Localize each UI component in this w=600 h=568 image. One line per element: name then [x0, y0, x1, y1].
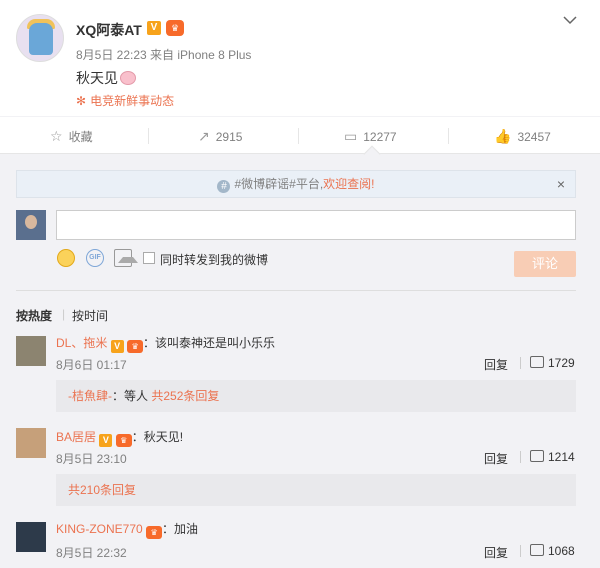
- comment-item: KING-ZONE770 ♛ ：加油: [56, 520, 198, 539]
- comment-count: 12277: [363, 130, 397, 144]
- like-button[interactable]: 👍 32457: [494, 117, 551, 155]
- comment-text: ：该叫泰神还是叫小乐乐: [143, 336, 276, 350]
- submit-comment-button[interactable]: 评论: [514, 251, 576, 277]
- comment-item: BA居居 V ♛ ：秋天见!: [56, 428, 183, 447]
- comment-input[interactable]: [56, 210, 576, 240]
- sub-reply-box: -桔魚肆-：等人 共252条回复: [56, 380, 576, 412]
- star-icon: ☆: [50, 128, 63, 144]
- divider: [148, 128, 149, 144]
- comment-area: # #微博辟谣#平台,欢迎查阅! × GIF 同时转发到我的微博 评论 按热度 |…: [0, 154, 600, 568]
- like-count: 32457: [517, 130, 551, 144]
- repost-icon: ↗: [198, 128, 210, 144]
- commenter-name[interactable]: BA居居: [56, 430, 96, 444]
- flower-icon: ✻: [76, 94, 87, 108]
- topic-link[interactable]: ✻ 电竞新鲜事动态: [76, 92, 174, 109]
- emoji-icon[interactable]: [57, 249, 75, 267]
- author-avatar[interactable]: [16, 14, 64, 62]
- my-avatar: [16, 210, 46, 240]
- close-icon[interactable]: ×: [557, 171, 565, 197]
- sub-reply-box: 共210条回复: [56, 474, 576, 506]
- post-meta: 8月5日 22:23 来自 iPhone 8 Plus: [76, 48, 252, 62]
- reply-button[interactable]: 回复: [484, 356, 508, 373]
- pig-emoji-icon: [120, 71, 136, 85]
- comment-like-count: 1214: [548, 450, 575, 464]
- sub-reply-count-link[interactable]: 共252条回复: [151, 389, 219, 403]
- verified-badge-icon[interactable]: V: [99, 434, 113, 447]
- sub-reply-author[interactable]: -桔魚肆-: [68, 389, 112, 403]
- divider: [520, 451, 521, 463]
- verified-badge-icon[interactable]: V: [147, 21, 161, 35]
- comment-time: 8月6日 01:17: [56, 358, 127, 372]
- commenter-name[interactable]: DL、拖米: [56, 336, 107, 350]
- vip-crown-icon[interactable]: ♛: [127, 340, 144, 353]
- vip-crown-icon[interactable]: ♛: [115, 434, 132, 447]
- divider: [448, 128, 449, 144]
- sort-separator: |: [62, 307, 66, 321]
- divider: [298, 128, 299, 144]
- repost-checkbox-label[interactable]: 同时转发到我的微博: [160, 251, 268, 268]
- sub-reply-text: ：等人: [112, 389, 149, 403]
- divider: [520, 357, 521, 369]
- sub-reply-count-link[interactable]: 共210条回复: [68, 483, 136, 497]
- sort-by-hot[interactable]: 按热度: [16, 307, 52, 324]
- reply-button[interactable]: 回复: [484, 450, 508, 467]
- image-icon[interactable]: [114, 249, 138, 267]
- commenter-avatar[interactable]: [16, 428, 46, 458]
- comment-text: ：加油: [162, 522, 199, 536]
- gif-icon[interactable]: GIF: [86, 249, 104, 267]
- comment-like-button[interactable]: 1729: [530, 356, 575, 370]
- chevron-down-icon[interactable]: [562, 14, 578, 26]
- verified-badge-icon[interactable]: V: [110, 340, 124, 353]
- info-icon: #: [217, 180, 231, 193]
- comment-time: 8月5日 23:10: [56, 452, 127, 466]
- commenter-name[interactable]: KING-ZONE770: [56, 522, 143, 536]
- comment-like-button[interactable]: 1068: [530, 544, 575, 558]
- repost-button[interactable]: ↗ 2915: [198, 117, 242, 155]
- reply-button[interactable]: 回复: [484, 544, 508, 561]
- vip-crown-icon[interactable]: ♛: [146, 526, 163, 539]
- notice-link[interactable]: 欢迎查阅!: [323, 177, 374, 191]
- commenter-avatar[interactable]: [16, 336, 46, 366]
- notice-text: #微博辟谣#平台,: [234, 177, 324, 191]
- divider: [16, 290, 576, 291]
- comment-like-button[interactable]: 1214: [530, 450, 575, 464]
- comment-time: 8月5日 22:32: [56, 546, 127, 560]
- commenter-avatar[interactable]: [16, 522, 46, 552]
- favorite-button[interactable]: ☆ 收藏: [50, 117, 93, 155]
- thumbs-up-icon: [530, 450, 544, 462]
- vip-crown-icon[interactable]: ♛: [166, 20, 184, 36]
- post-text: 秋天见: [76, 68, 136, 88]
- favorite-label: 收藏: [68, 130, 93, 144]
- thumbs-up-icon: 👍: [494, 128, 512, 144]
- repost-count: 2915: [215, 130, 243, 144]
- thumbs-up-icon: [530, 544, 544, 556]
- thumbs-up-icon: [530, 356, 544, 368]
- comment-like-count: 1729: [548, 356, 575, 370]
- repost-checkbox[interactable]: [143, 252, 155, 264]
- sort-by-time[interactable]: 按时间: [72, 307, 108, 324]
- notice-banner: # #微博辟谣#平台,欢迎查阅! ×: [16, 170, 576, 198]
- comment-text: ：秋天见!: [131, 430, 184, 444]
- comment-icon: ▭: [344, 128, 358, 144]
- comment-like-count: 1068: [548, 544, 575, 558]
- divider: [520, 545, 521, 557]
- post-text-content: 秋天见: [76, 70, 118, 86]
- comment-item: DL、拖米 V ♛ ：该叫泰神还是叫小乐乐: [56, 334, 275, 353]
- action-bar: ☆ 收藏 ↗ 2915 ▭ 12277 👍 32457: [0, 116, 600, 154]
- weibo-post: XQ阿泰AT V ♛ 8月5日 22:23 来自 iPhone 8 Plus 秋…: [0, 0, 600, 116]
- topic-link-label[interactable]: 电竞新鲜事动态: [90, 94, 174, 108]
- author-name[interactable]: XQ阿泰AT: [76, 20, 142, 40]
